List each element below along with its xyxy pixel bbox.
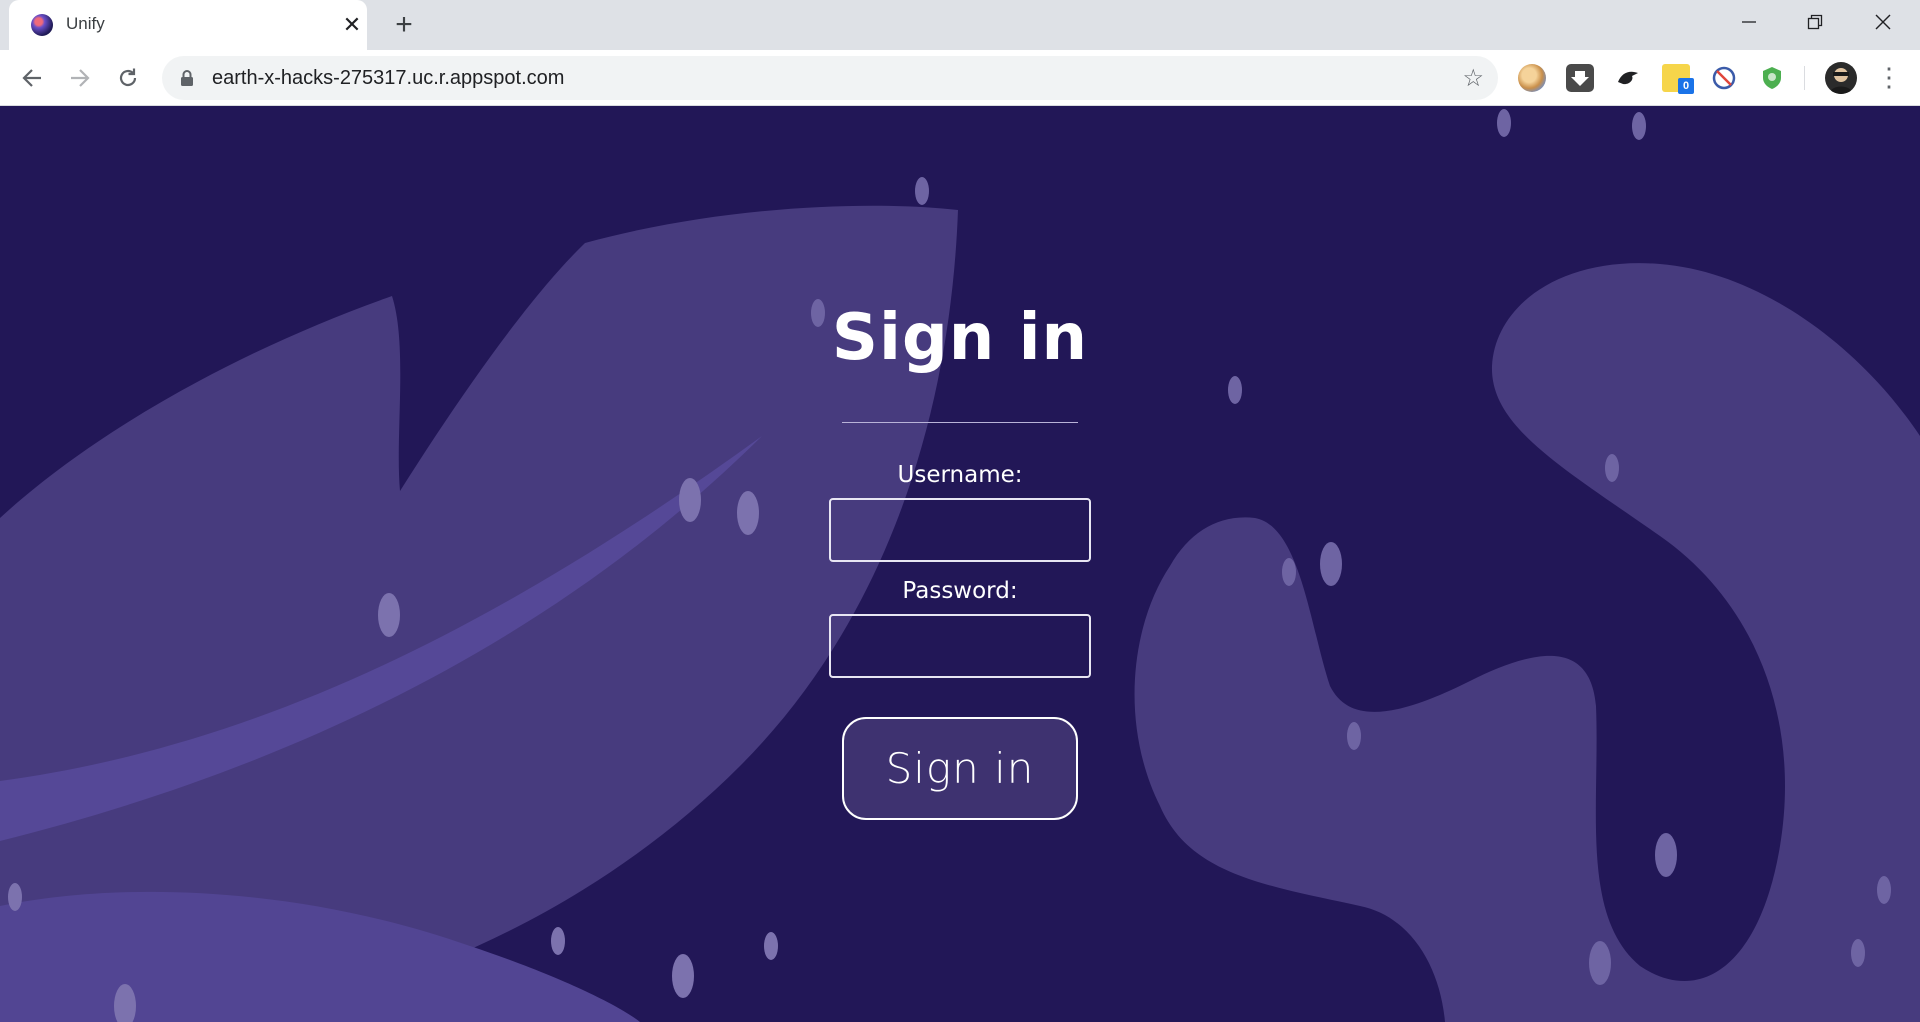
address-bar[interactable]: earth-x-hacks-275317.uc.r.appspot.com ☆ <box>162 56 1498 100</box>
arrow-left-icon <box>22 69 41 87</box>
lock-icon <box>181 70 193 86</box>
reload-icon <box>119 68 137 87</box>
browser-menu-button[interactable]: ⋮ <box>1876 62 1902 94</box>
restore-button[interactable] <box>1782 0 1848 44</box>
download-icon[interactable] <box>1566 64 1594 92</box>
reload-button[interactable] <box>110 60 146 96</box>
restore-icon <box>1807 14 1823 30</box>
favicon-icon <box>31 14 53 36</box>
shield-icon[interactable] <box>1758 64 1786 92</box>
arrow-right-icon <box>71 69 90 87</box>
page-title: Sign in <box>831 301 1089 375</box>
page-background: Sign in Username: Password: Sign in <box>0 106 1920 1022</box>
minimize-button[interactable] <box>1716 0 1782 44</box>
tab-title: Unify <box>66 14 105 33</box>
username-input[interactable] <box>829 498 1091 562</box>
palette-icon[interactable] <box>1518 64 1546 92</box>
title-divider <box>842 422 1078 423</box>
forward-button[interactable] <box>62 60 98 96</box>
close-icon <box>1875 14 1891 30</box>
url-text: earth-x-hacks-275317.uc.r.appspot.com <box>212 67 565 89</box>
sign-in-form: Sign in Username: Password: Sign in <box>0 106 1920 1022</box>
browser-tab[interactable]: Unify ✕ <box>9 0 367 50</box>
bookmark-star-icon[interactable]: ☆ <box>1462 64 1484 93</box>
minimize-icon <box>1742 21 1756 23</box>
browser-tab-strip: Unify ✕ + <box>0 0 1920 50</box>
toolbar-divider <box>1804 66 1805 90</box>
username-label: Username: <box>897 462 1023 488</box>
block-icon[interactable] <box>1710 64 1738 92</box>
close-window-button[interactable] <box>1850 0 1916 44</box>
sticky-note-icon[interactable]: 0 <box>1662 64 1694 94</box>
password-label: Password: <box>902 578 1018 604</box>
sign-in-button[interactable]: Sign in <box>842 717 1078 820</box>
back-button[interactable] <box>14 60 50 96</box>
close-tab-icon[interactable]: ✕ <box>339 12 365 38</box>
bird-icon[interactable] <box>1614 64 1642 92</box>
extension-badge: 0 <box>1678 78 1694 94</box>
password-input[interactable] <box>829 614 1091 678</box>
new-tab-button[interactable]: + <box>388 10 420 42</box>
browser-toolbar: earth-x-hacks-275317.uc.r.appspot.com ☆ … <box>0 50 1920 106</box>
profile-avatar[interactable] <box>1825 62 1857 94</box>
